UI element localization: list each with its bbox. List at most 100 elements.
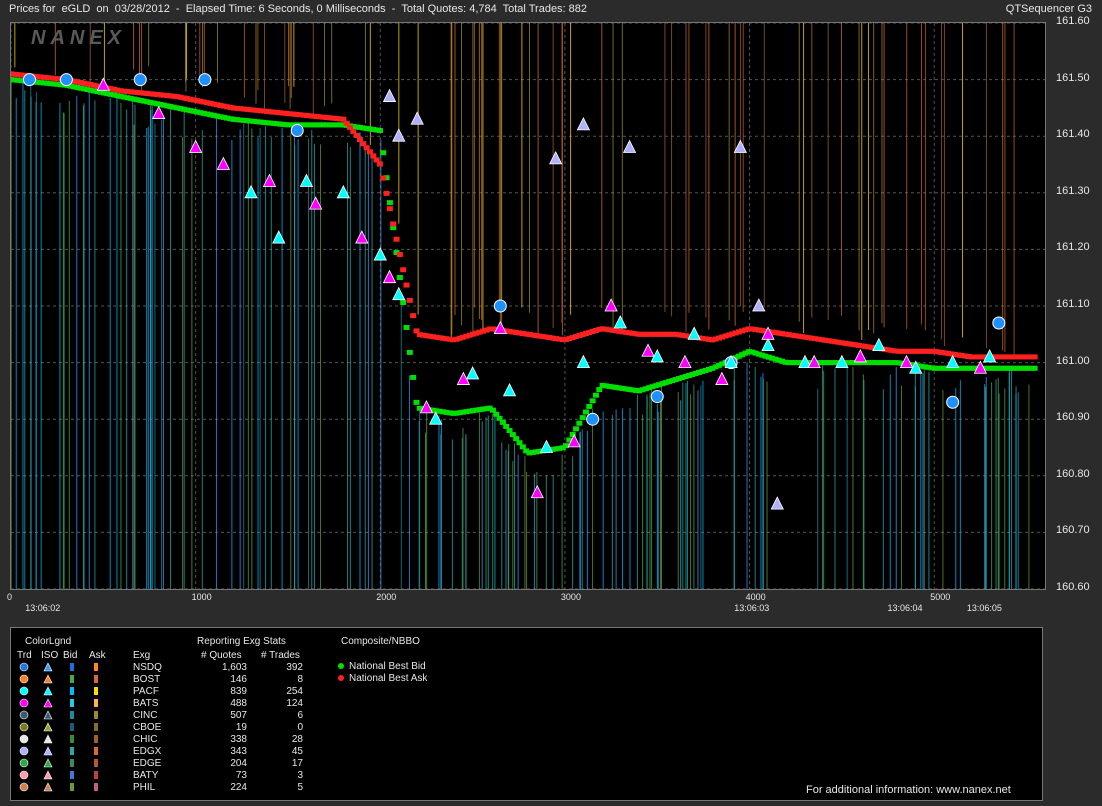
trade-point (733, 139, 747, 153)
trade-point (22, 73, 36, 87)
trade-point (687, 326, 701, 340)
trade-point (576, 354, 591, 369)
app-name: QTSequencer G3 (1005, 3, 1092, 15)
legend-trades: 6 (297, 710, 303, 721)
y-tick-label: 161.00 (1056, 354, 1090, 367)
composite-item: National Best Bid (337, 661, 477, 673)
time-tick-label: 13:06:03 (734, 603, 770, 613)
legend-quotes: 839 (230, 686, 247, 697)
legend-header-trades: # Trades (261, 650, 300, 661)
trade-point (429, 411, 443, 425)
legend-header-iso: ISO (41, 650, 59, 661)
trade-point (622, 139, 637, 153)
legend-exg: PACF (133, 686, 159, 697)
nba-point (403, 282, 410, 288)
nba-point (406, 297, 413, 303)
x-tick-label: 4000 (745, 592, 766, 602)
trade-point (992, 316, 1006, 330)
nba-point (393, 236, 400, 242)
nbb-point (589, 398, 596, 404)
nanex-logo: NANEX (31, 27, 127, 49)
nbb-point (582, 409, 589, 415)
legend-row: CBOE 19 0 (11, 722, 311, 734)
legend-exg: BOST (133, 674, 161, 685)
nbb-point (380, 150, 387, 156)
legend-quotes: 204 (230, 758, 247, 769)
y-tick-label: 161.30 (1056, 184, 1090, 197)
legend-trades: 254 (286, 686, 303, 697)
nbb-point (403, 324, 410, 330)
legend-row: EDGX 343 45 (11, 746, 311, 758)
trade-point (493, 299, 507, 313)
trade-point (133, 73, 147, 87)
plot-svg (11, 23, 1045, 589)
trade-point (59, 73, 73, 87)
legend-exg: CINC (133, 710, 158, 721)
trade-point (465, 366, 480, 380)
nba-point (410, 313, 417, 319)
trade-point (946, 395, 960, 409)
legend-quotes: 507 (230, 710, 247, 721)
composite-item: National Best Ask (337, 673, 477, 685)
legend-quotes: 488 (230, 698, 247, 709)
legend-row: EDGE 204 17 (11, 758, 311, 770)
trade-marker-icon (19, 782, 29, 795)
legend-row: PHIL 224 5 (11, 782, 311, 794)
nbb-point (386, 200, 393, 206)
trade-point (853, 349, 868, 363)
nbb-point (576, 420, 583, 426)
trade-point (539, 439, 554, 453)
trade-point (604, 298, 618, 312)
x-tick-label: 5000 (930, 592, 951, 602)
y-tick-label: 160.90 (1056, 411, 1090, 424)
trade-point (530, 484, 544, 499)
nba-point (376, 161, 383, 167)
x-tick-label: 0 (7, 592, 13, 602)
legend-exg: PHIL (133, 782, 156, 793)
legend-exg: BATS (133, 698, 159, 709)
nba-point (400, 267, 407, 273)
ask-swatch-icon (93, 782, 99, 795)
nba-point (390, 221, 397, 227)
nbb-point (400, 299, 407, 305)
nbb-point (396, 275, 403, 281)
trade-point (392, 286, 406, 301)
trade-point (641, 343, 655, 357)
x-tick-label: 3000 (560, 592, 581, 602)
nbb-point (586, 403, 593, 409)
legend-trades: 8 (297, 674, 303, 685)
legend-header-ask: Ask (89, 650, 106, 661)
time-tick-label: 13:06:04 (887, 603, 923, 613)
trade-point (752, 298, 766, 312)
trade-point (650, 390, 664, 404)
legend-row: PACF 839 254 (11, 686, 311, 698)
legend-row: CINC 507 6 (11, 710, 311, 722)
legend-row: CHIC 338 28 (11, 734, 311, 746)
nba-point (383, 190, 390, 196)
nbb-point (592, 392, 599, 398)
legend-trades: 17 (291, 758, 303, 769)
trade-point (355, 230, 369, 244)
legend-trades: 5 (297, 782, 303, 793)
legend-trades: 3 (297, 770, 303, 781)
legend-exg: CBOE (133, 722, 162, 733)
legend-trades: 0 (297, 722, 303, 733)
trade-point (586, 412, 600, 426)
nba-point (1031, 354, 1038, 360)
legend-quotes: 1,603 (221, 662, 247, 673)
legend-trades: 28 (291, 734, 303, 745)
y-tick-label: 161.40 (1056, 128, 1090, 141)
legend-quotes: 146 (230, 674, 247, 685)
legend-row: NSDQ 1,603 392 (11, 662, 311, 674)
trade-point (761, 337, 775, 352)
legend-header-exg: Exg (133, 650, 151, 661)
legend-row: BOST 146 8 (11, 674, 311, 686)
nbb-point (573, 426, 580, 432)
time-tick-label: 13:06:02 (25, 603, 61, 613)
y-tick-label: 160.70 (1056, 524, 1090, 537)
nbb-point (1031, 365, 1038, 371)
y-tick-label: 161.10 (1056, 298, 1090, 310)
y-tick-label: 161.60 (1056, 15, 1090, 27)
trade-point (290, 124, 304, 138)
nbb-point (413, 399, 420, 405)
